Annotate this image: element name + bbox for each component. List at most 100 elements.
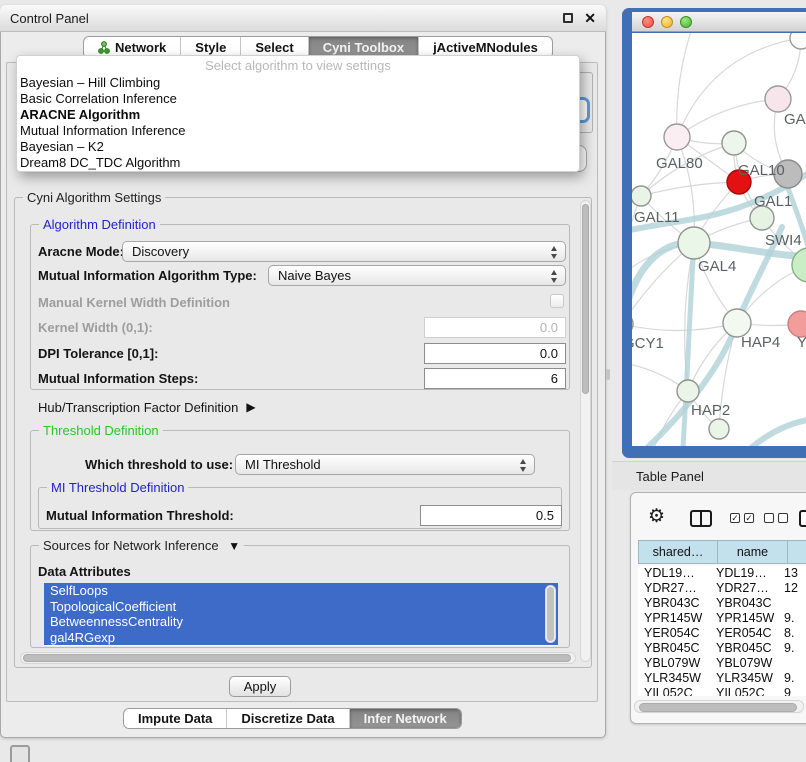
- tab-label: Select: [255, 40, 293, 55]
- screen: Control Panel ✕ NetworkStyleSelectCyni T…: [0, 0, 806, 762]
- table-row[interactable]: YLR345WYLR345W9.: [638, 671, 806, 686]
- settings-horizontal-scrollbar[interactable]: [20, 652, 576, 664]
- kernel-width-label: Kernel Width (0,1):: [38, 317, 153, 338]
- network-node-gal80[interactable]: [664, 124, 690, 150]
- mi-threshold-value: 0.5: [536, 508, 554, 523]
- network-node-gal10[interactable]: [722, 131, 746, 155]
- table-horizontal-scrollbar-thumb[interactable]: [639, 703, 797, 712]
- network-node-gal[interactable]: [765, 86, 791, 112]
- minimized-panel-icon[interactable]: [10, 745, 30, 762]
- network-node-hap2[interactable]: [677, 380, 699, 402]
- table-body[interactable]: YDL19…YDL19…13YDR27…YDR27…12YBR043CYBR04…: [638, 566, 806, 696]
- table-row[interactable]: YPR145WYPR145W9.: [638, 611, 806, 626]
- table-header-row: shared…name: [638, 540, 806, 564]
- close-icon[interactable]: ✕: [584, 13, 596, 23]
- dropdown-item-aracne-algorithm[interactable]: ARACNE Algorithm: [17, 107, 579, 123]
- mi-threshold-field[interactable]: 0.5: [420, 505, 562, 526]
- tab-infer-network[interactable]: Infer Network: [349, 709, 461, 728]
- panel-splitter-handle[interactable]: [606, 369, 610, 380]
- attribute-item-betweennesscentrality[interactable]: BetweennessCentrality: [44, 614, 558, 630]
- table-cell: YPR145W: [638, 611, 716, 626]
- network-edge[interactable]: [677, 99, 778, 137]
- node-label-gal11: GAL11: [634, 209, 680, 226]
- tab-impute-data[interactable]: Impute Data: [124, 709, 226, 728]
- dropdown-item-bayesian-hill-climbing[interactable]: Bayesian – Hill Climbing: [17, 75, 579, 91]
- deselect-all-checkboxes-icon[interactable]: [764, 513, 788, 523]
- network-node-gcy1[interactable]: [632, 313, 633, 335]
- expand-down-icon: ▼: [228, 539, 240, 553]
- attributes-scrollbar[interactable]: [545, 585, 556, 643]
- table-cell: YER054C: [638, 626, 716, 641]
- attributes-scrollbar-thumb[interactable]: [547, 587, 554, 641]
- control-panel-title: Control Panel: [10, 11, 89, 26]
- settings-vertical-scrollbar[interactable]: [580, 200, 591, 662]
- settings-horizontal-scrollbar-thumb[interactable]: [23, 654, 571, 662]
- network-canvas[interactable]: GALGAL80GAL10GAL1GAL11SWI4GAL4GCY1HAP4YH…: [632, 33, 806, 446]
- table-row[interactable]: YER054CYER054C8.: [638, 626, 806, 641]
- tab-discretize-data[interactable]: Discretize Data: [226, 709, 348, 728]
- minimize-traffic-light[interactable]: [661, 16, 673, 28]
- table-cell: YDL19…: [638, 566, 716, 581]
- node-label-gal10: GAL10: [738, 162, 785, 179]
- zoom-traffic-light[interactable]: [680, 16, 692, 28]
- kernel-width-field[interactable]: 0.0: [424, 317, 566, 338]
- network-edge-thick[interactable]: [752, 419, 806, 446]
- table-row[interactable]: YBR045CYBR045C9.: [638, 641, 806, 656]
- table-row[interactable]: YBR043CYBR043C: [638, 596, 806, 611]
- column-header-extra[interactable]: [788, 540, 806, 564]
- table-row[interactable]: YBL079WYBL079W: [638, 656, 806, 671]
- attribute-item-selfloops[interactable]: SelfLoops: [44, 583, 558, 599]
- float-panel-icon[interactable]: [563, 13, 573, 23]
- node-label-gal: GAL: [784, 111, 806, 128]
- close-traffic-light[interactable]: [642, 16, 654, 28]
- split-columns-icon[interactable]: [690, 510, 712, 527]
- dropdown-item-basic-correlation-inference[interactable]: Basic Correlation Inference: [17, 91, 579, 107]
- table-cell: 12: [784, 581, 806, 596]
- data-attributes-list[interactable]: SelfLoopsTopologicalCoefficientBetweenne…: [44, 583, 558, 646]
- hub-definition-label: Hub/Transcription Factor Definition: [38, 400, 238, 415]
- gear-icon[interactable]: ⚙: [648, 506, 665, 528]
- table-panel-title: Table Panel: [636, 469, 704, 484]
- select-all-checkboxes-icon[interactable]: ✓ ✓: [730, 513, 754, 523]
- dropdown-item-mutual-information-inference[interactable]: Mutual Information Inference: [17, 123, 579, 139]
- network-node-hap4[interactable]: [723, 309, 751, 337]
- dpi-tolerance-label: DPI Tolerance [0,1]:: [38, 343, 158, 364]
- dropdown-prompt: Select algorithm to view settings: [17, 56, 579, 75]
- table-cell: YLR345W: [638, 671, 716, 686]
- attribute-item-gal4rgexp[interactable]: gal4RGexp: [44, 630, 558, 646]
- settings-vertical-scrollbar-thumb[interactable]: [582, 204, 589, 394]
- mi-algorithm-type-combobox[interactable]: Naive Bayes: [268, 265, 566, 286]
- attribute-item-topologicalcoefficient[interactable]: TopologicalCoefficient: [44, 599, 558, 615]
- network-node[interactable]: [709, 419, 729, 439]
- sources-title[interactable]: Sources for Network Inference ▼: [39, 538, 244, 553]
- tab-label: Discretize Data: [241, 711, 334, 726]
- apply-button[interactable]: Apply: [229, 676, 291, 697]
- column-header-name[interactable]: name: [718, 540, 788, 564]
- table-row[interactable]: YIL052CYIL052C9: [638, 686, 806, 696]
- table-cell: 13: [784, 566, 806, 581]
- column-header-shared[interactable]: shared…: [638, 540, 718, 564]
- dropdown-item-bayesian-k2[interactable]: Bayesian – K2: [17, 139, 579, 155]
- table-cell: YIL052C: [638, 686, 716, 696]
- network-node-gal4[interactable]: [678, 227, 710, 259]
- table-row[interactable]: YDR27…YDR27…12: [638, 581, 806, 596]
- network-window-titlebar[interactable]: [632, 12, 806, 32]
- manual-kernel-width-checkbox[interactable]: [550, 294, 564, 308]
- network-graph[interactable]: GALGAL80GAL10GAL1GAL11SWI4GAL4GCY1HAP4YH…: [632, 33, 806, 446]
- which-threshold-combobox[interactable]: MI Threshold: [235, 454, 535, 475]
- dropdown-item-dream8-dc-tdc-algorithm[interactable]: Dream8 DC_TDC Algorithm: [17, 155, 579, 171]
- aracne-mode-combobox[interactable]: Discovery: [122, 241, 566, 262]
- mi-steps-field[interactable]: 6: [424, 368, 566, 389]
- table-cell: [784, 596, 806, 611]
- table-panel-titlebar: Table Panel: [612, 461, 806, 490]
- checked-box-icon: ✓: [730, 513, 740, 523]
- network-node-gal11[interactable]: [632, 186, 651, 206]
- table-horizontal-scrollbar[interactable]: [634, 700, 804, 713]
- hub-definition-toggle[interactable]: Hub/Transcription Factor Definition ▶: [38, 399, 256, 415]
- tab-label: Impute Data: [138, 711, 212, 726]
- network-node[interactable]: [790, 33, 806, 49]
- table-options-icon[interactable]: [799, 510, 806, 527]
- dpi-tolerance-field[interactable]: 0.0: [424, 343, 566, 364]
- table-row[interactable]: YDL19…YDL19…13: [638, 566, 806, 581]
- tab-label: Cyni Toolbox: [323, 40, 404, 55]
